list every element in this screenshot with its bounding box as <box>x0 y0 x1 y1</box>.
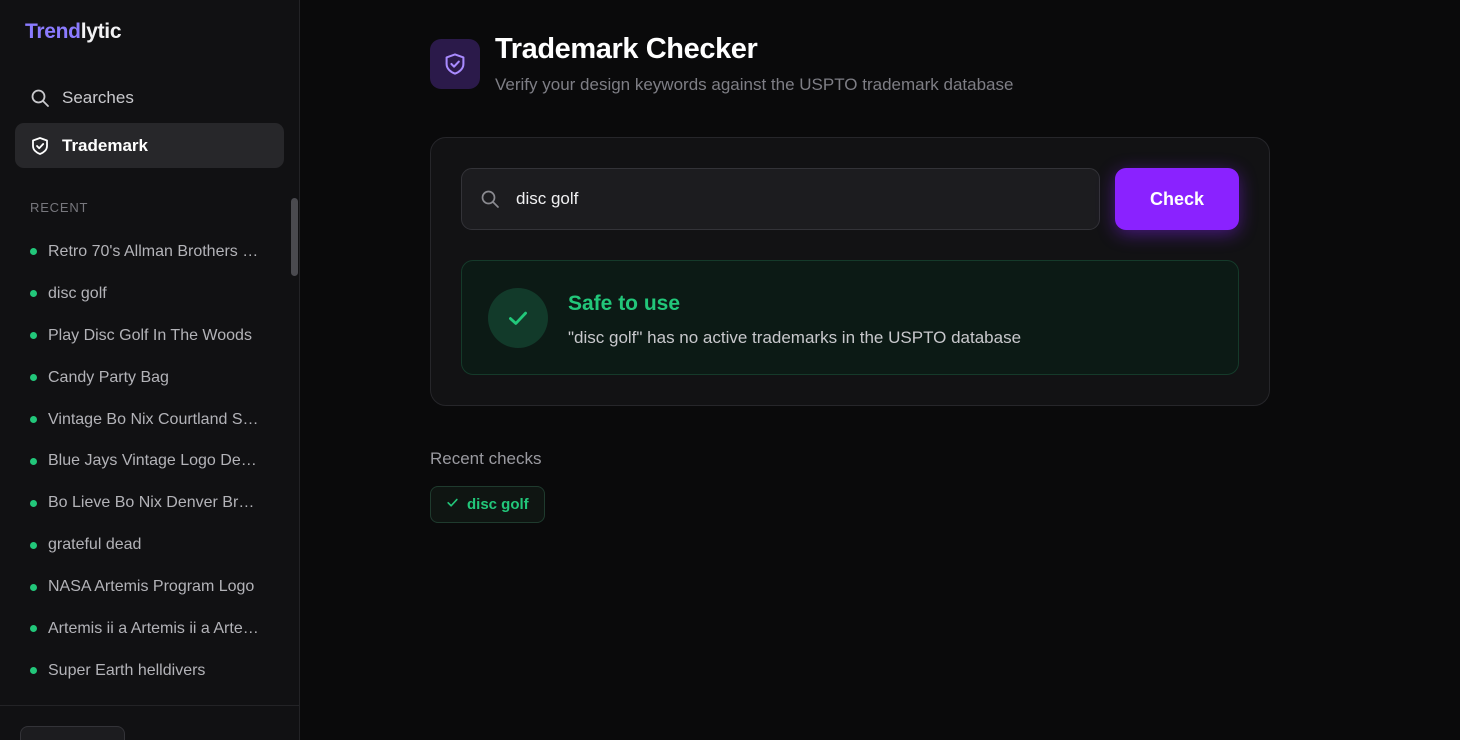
status-dot <box>30 625 37 633</box>
status-dot <box>30 248 37 256</box>
nav-item-trademark[interactable]: Trademark <box>15 123 284 168</box>
brand-logo[interactable]: Trendlytic <box>25 20 122 44</box>
recent-check-label: disc golf <box>467 496 529 513</box>
recent-heading: RECENT <box>30 200 89 215</box>
result-panel: Safe to use "disc golf" has no active tr… <box>461 260 1239 375</box>
shield-check-icon <box>30 136 50 156</box>
recent-item[interactable]: Play Disc Golf In The Woods <box>30 315 270 357</box>
search-icon <box>30 88 50 108</box>
status-dot <box>30 457 37 465</box>
recent-item[interactable]: Retro 70's Allman Brothers Band <box>30 231 270 273</box>
recent-item-label: Artemis ii a Artemis ii a Artemis <box>48 619 262 637</box>
recent-item-label: Retro 70's Allman Brothers Band <box>48 242 262 260</box>
sidebar-divider <box>0 705 299 706</box>
status-dot <box>30 667 37 675</box>
check-icon <box>446 496 459 513</box>
recent-item-label: Super Earth helldivers <box>48 661 206 679</box>
recent-item[interactable]: Vintage Bo Nix Courtland Sutton <box>30 399 270 441</box>
sidebar: Trendlytic Searches Trademark RECENT Ret… <box>0 0 300 740</box>
search-input[interactable] <box>516 189 1076 209</box>
status-dot <box>30 583 37 591</box>
check-button[interactable]: Check <box>1115 168 1239 230</box>
recent-item-label: Blue Jays Vintage Logo Design <box>48 452 262 470</box>
nav-item-label: Trademark <box>62 135 148 155</box>
page-title: Trademark Checker <box>495 33 758 65</box>
page-subtitle: Verify your design keywords against the … <box>495 75 1014 94</box>
sidebar-bottom-button[interactable] <box>20 726 125 740</box>
recent-item[interactable]: Super Earth helldivers <box>30 650 270 692</box>
nav-item-searches[interactable]: Searches <box>15 75 284 120</box>
recent-item-label: Play Disc Golf In The Woods <box>48 326 252 344</box>
recent-item[interactable]: disc golf <box>30 273 270 315</box>
recent-check-chip[interactable]: disc golf <box>430 486 545 523</box>
recent-item-label: grateful dead <box>48 536 142 554</box>
recent-item-label: Vintage Bo Nix Courtland Sutton <box>48 410 262 428</box>
status-dot <box>30 541 37 549</box>
recent-item[interactable]: Artemis ii a Artemis ii a Artemis <box>30 608 270 650</box>
recent-item[interactable]: Candy Party Bag <box>30 357 270 399</box>
recent-checks-title: Recent checks <box>430 449 542 468</box>
recent-item[interactable]: Bo Lieve Bo Nix Denver Broncos <box>30 482 270 524</box>
header-shield-icon <box>430 39 480 89</box>
search-field[interactable] <box>461 168 1100 230</box>
recent-item-label: NASA Artemis Program Logo <box>48 578 255 596</box>
status-dot <box>30 374 37 382</box>
check-icon <box>488 288 548 348</box>
status-dot <box>30 290 37 298</box>
result-title: Safe to use <box>568 292 681 315</box>
recent-item[interactable]: Blue Jays Vintage Logo Design <box>30 440 270 482</box>
recent-item[interactable]: NASA Artemis Program Logo <box>30 566 270 608</box>
recent-item[interactable]: grateful dead <box>30 524 270 566</box>
result-message: "disc golf" has no active trademarks in … <box>568 328 1022 347</box>
nav-item-label: Searches <box>62 87 134 107</box>
status-dot <box>30 499 37 507</box>
sidebar-scrollbar[interactable] <box>291 198 298 276</box>
recent-item-label: Bo Lieve Bo Nix Denver Broncos <box>48 494 262 512</box>
recent-list: Retro 70's Allman Brothers Band disc gol… <box>30 231 270 692</box>
status-dot <box>30 332 37 340</box>
recent-item-label: Candy Party Bag <box>48 368 169 386</box>
recent-item-label: disc golf <box>48 284 107 302</box>
brand-name-part2: lytic <box>80 20 122 43</box>
status-dot <box>30 416 37 423</box>
brand-name-part1: Trend <box>25 20 81 43</box>
search-icon <box>480 189 500 209</box>
